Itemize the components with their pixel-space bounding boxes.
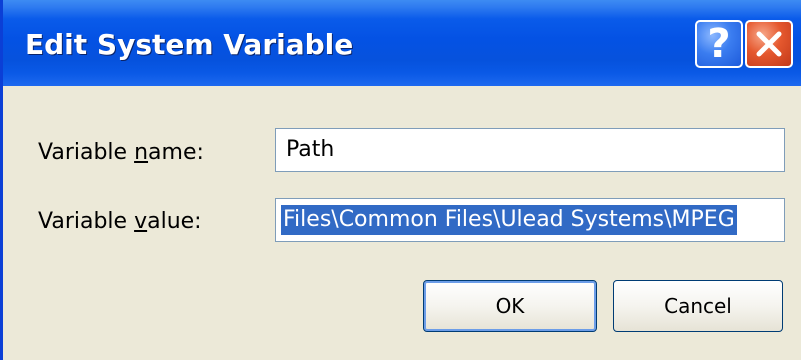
variable-value-field[interactable]: Files\Common Files\Ulead Systems\MPEG [275, 198, 785, 242]
variable-value-label: Variable value: [38, 209, 202, 234]
cancel-button[interactable]: Cancel [613, 280, 783, 332]
close-button[interactable] [745, 20, 793, 68]
title-bar[interactable]: Edit System Variable ? [3, 0, 801, 86]
dialog-title: Edit System Variable [25, 28, 354, 61]
edit-system-variable-dialog: Edit System Variable ? Variable name: Pa… [0, 0, 801, 360]
variable-name-field[interactable]: Path [275, 128, 785, 172]
close-icon [756, 31, 782, 57]
variable-name-label: Variable name: [38, 140, 204, 165]
variable-value-selected-text: Files\Common Files\Ulead Systems\MPEG [281, 205, 737, 235]
help-icon: ? [707, 21, 731, 67]
cancel-button-label: Cancel [664, 294, 732, 318]
ok-button-label: OK [495, 294, 525, 318]
help-button[interactable]: ? [695, 20, 743, 68]
ok-button[interactable]: OK [423, 280, 597, 332]
variable-name-value: Path [286, 137, 335, 162]
